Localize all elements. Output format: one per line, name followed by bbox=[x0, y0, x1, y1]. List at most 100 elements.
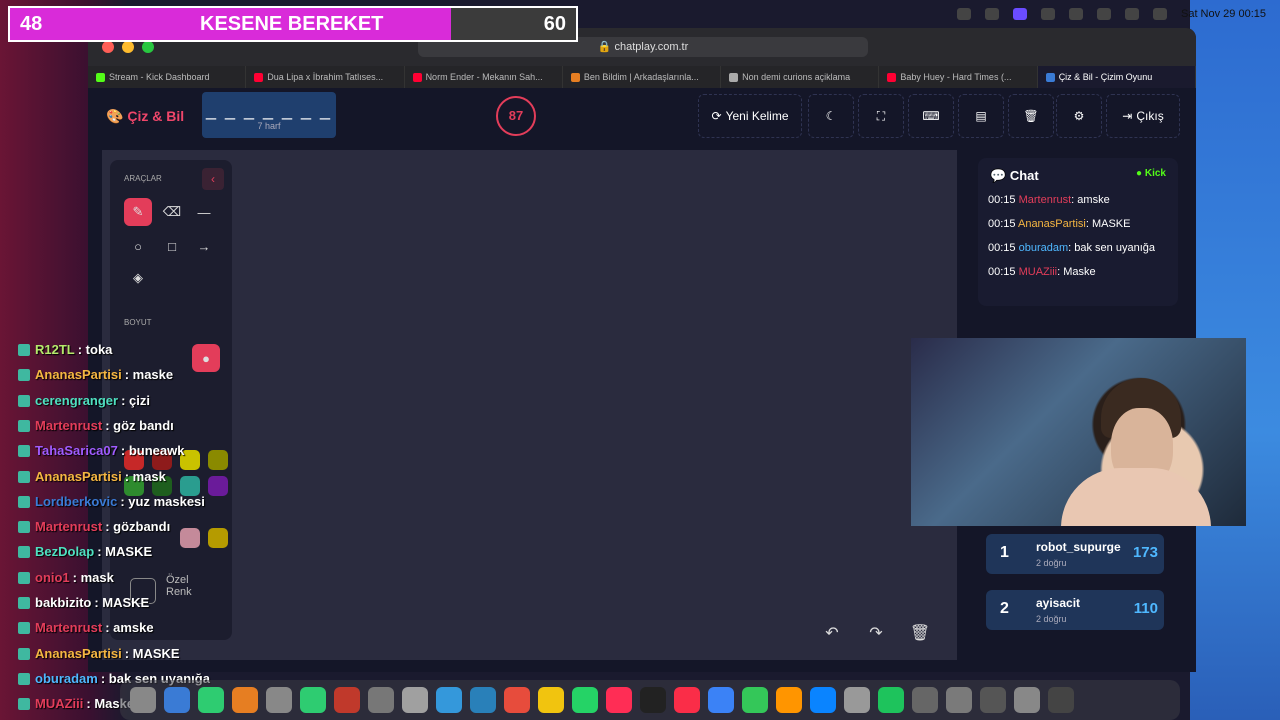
brush-tool[interactable]: ✎ bbox=[124, 198, 152, 226]
menubar-datetime[interactable]: Sat Nov 29 00:15 bbox=[1181, 8, 1266, 20]
undo-button[interactable]: ↶ bbox=[814, 618, 850, 650]
dock-app-icon[interactable] bbox=[402, 687, 428, 713]
stream-chat-text: : mask bbox=[72, 569, 114, 585]
paint-bucket-icon: ◈ bbox=[133, 270, 143, 285]
browser-tab[interactable]: Ben Bildim | Arkadaşlarınla... bbox=[563, 66, 722, 88]
stream-chat-line: Martenrust: gözbandı bbox=[18, 519, 170, 534]
dock-app-icon[interactable] bbox=[504, 687, 530, 713]
chat-message: 00:15 oburadam: bak sen uyanığa bbox=[978, 236, 1178, 260]
trash-icon: 🗑 bbox=[1023, 109, 1039, 123]
circle-icon: ○ bbox=[134, 238, 142, 254]
tab-favicon-icon bbox=[570, 72, 580, 82]
message-text: : amske bbox=[1071, 194, 1110, 206]
browser-tab[interactable]: Çiz & Bil - Çizim Oyunu bbox=[1037, 66, 1196, 88]
keyboard-button[interactable]: ⌨ bbox=[908, 94, 954, 138]
dock-app-icon[interactable] bbox=[878, 687, 904, 713]
tab-label: Dua Lipa x İbrahim Tatlıses... bbox=[267, 72, 384, 82]
dock-app-icon[interactable] bbox=[980, 687, 1006, 713]
message-time: 00:15 bbox=[988, 194, 1016, 206]
settings-button[interactable]: ⚙ bbox=[1056, 94, 1102, 138]
game-header: 🎨 Çiz & Bil _ _ _ _ _ _ _ 7 harf 87 ⟳ Yen… bbox=[88, 88, 1196, 150]
archive-icon: ▤ bbox=[975, 109, 987, 123]
zoom-window-button[interactable] bbox=[142, 41, 154, 53]
battery-icon[interactable] bbox=[1096, 8, 1111, 20]
menubar-icon[interactable] bbox=[1040, 8, 1055, 20]
dock-app-icon[interactable] bbox=[334, 687, 360, 713]
eraser-tool[interactable]: ⌫ bbox=[158, 198, 186, 226]
browser-tab[interactable]: Non demi curions açiklama bbox=[721, 66, 880, 88]
dock-app-icon[interactable] bbox=[708, 687, 734, 713]
dock-app-icon[interactable] bbox=[538, 687, 564, 713]
dock-app-icon[interactable] bbox=[1048, 687, 1074, 713]
dock-app-icon[interactable] bbox=[266, 687, 292, 713]
goal-current: 48 bbox=[20, 12, 43, 35]
goal-target: 60 bbox=[543, 12, 566, 35]
archive-button[interactable]: ▤ bbox=[958, 94, 1004, 138]
fullscreen-button[interactable]: ⛶ bbox=[858, 94, 904, 138]
dock-app-icon[interactable] bbox=[810, 687, 836, 713]
dock-app-icon[interactable] bbox=[436, 687, 462, 713]
tab-label: Stream - Kick Dashboard bbox=[109, 72, 210, 82]
clear-canvas-button[interactable]: 🗑 bbox=[902, 618, 938, 650]
dock-app-icon[interactable] bbox=[606, 687, 632, 713]
leaderboard-name: ayisacit bbox=[1036, 596, 1081, 610]
tab-favicon-icon bbox=[729, 72, 739, 82]
goal-bar: 48 KESENE BEREKET 60 bbox=[8, 6, 578, 42]
close-window-button[interactable] bbox=[102, 41, 114, 53]
minimize-window-button[interactable] bbox=[122, 41, 134, 53]
dock-app-icon[interactable] bbox=[300, 687, 326, 713]
chat-message: 00:15 AnanasPartisi: MASKE bbox=[978, 212, 1178, 236]
circle-tool[interactable]: ○ bbox=[124, 232, 152, 260]
tab-label: Çiz & Bil - Çizim Oyunu bbox=[1058, 72, 1153, 82]
dock-app-icon[interactable] bbox=[844, 687, 870, 713]
dock-app-icon[interactable] bbox=[1014, 687, 1040, 713]
app-logo[interactable]: 🎨 Çiz & Bil bbox=[106, 108, 184, 125]
dock-app-icon[interactable] bbox=[232, 687, 258, 713]
chat-panel: 💬 Chat ● Kick 00:15 Martenrust: amske 00:1… bbox=[978, 158, 1178, 306]
browser-tab[interactable]: Dua Lipa x İbrahim Tatlıses... bbox=[246, 66, 405, 88]
collapse-tools-button[interactable]: ‹ bbox=[202, 168, 224, 190]
menubar-icon[interactable] bbox=[1068, 8, 1083, 20]
browser-tab[interactable]: Stream - Kick Dashboard bbox=[88, 66, 247, 88]
dark-mode-button[interactable]: ☾ bbox=[808, 94, 854, 138]
screen-record-icon[interactable] bbox=[1012, 8, 1027, 20]
dock-app-icon[interactable] bbox=[946, 687, 972, 713]
trash-button[interactable]: 🗑 bbox=[1008, 94, 1054, 138]
arrow-tool[interactable]: → bbox=[190, 232, 218, 260]
dock-app-icon[interactable] bbox=[572, 687, 598, 713]
new-word-button[interactable]: ⟳ Yeni Kelime bbox=[698, 94, 802, 138]
stream-chat-text: : göz bandı bbox=[105, 417, 174, 433]
user-badge-icon bbox=[18, 571, 30, 584]
exit-button[interactable]: ⇥ Çıkış bbox=[1106, 94, 1180, 138]
dock-app-icon[interactable] bbox=[198, 687, 224, 713]
browser-tab[interactable]: Baby Huey - Hard Times (... bbox=[879, 66, 1038, 88]
redo-button[interactable]: ↷ bbox=[858, 618, 894, 650]
user-badge-icon bbox=[18, 470, 30, 483]
dock-app-icon[interactable] bbox=[368, 687, 394, 713]
line-tool[interactable]: — bbox=[190, 198, 218, 226]
tab-label: Non demi curions açiklama bbox=[742, 72, 851, 82]
stream-chat-user: MUAZiii bbox=[35, 696, 84, 712]
dock-app-icon[interactable] bbox=[742, 687, 768, 713]
dock-app-icon[interactable] bbox=[674, 687, 700, 713]
search-icon[interactable] bbox=[1152, 8, 1167, 20]
fill-tool[interactable]: ◈ bbox=[124, 264, 152, 292]
url-text: chatplay.com.tr bbox=[614, 41, 689, 53]
browser-tab[interactable]: Norm Ender - Mekanın Sah... bbox=[405, 66, 563, 88]
stream-chat-user: Martenrust bbox=[35, 519, 103, 535]
wifi-icon[interactable] bbox=[1124, 8, 1139, 20]
stream-chat-line: onio1: mask bbox=[18, 570, 114, 585]
dock-app-icon[interactable] bbox=[164, 687, 190, 713]
dock-app-icon[interactable] bbox=[470, 687, 496, 713]
brush-icon: ✎ bbox=[132, 204, 144, 219]
menubar-icon[interactable] bbox=[984, 8, 999, 20]
eraser-icon: ⌫ bbox=[162, 204, 182, 219]
dock-app-icon[interactable] bbox=[640, 687, 666, 713]
menubar-icon[interactable] bbox=[956, 8, 971, 20]
dock-app-icon[interactable] bbox=[912, 687, 938, 713]
stream-chat-line: Martenrust: göz bandı bbox=[18, 418, 174, 433]
stream-chat-text: : mask bbox=[124, 468, 166, 484]
rectangle-tool[interactable]: □ bbox=[158, 232, 186, 260]
dock-app-icon[interactable] bbox=[130, 687, 156, 713]
dock-app-icon[interactable] bbox=[776, 687, 802, 713]
